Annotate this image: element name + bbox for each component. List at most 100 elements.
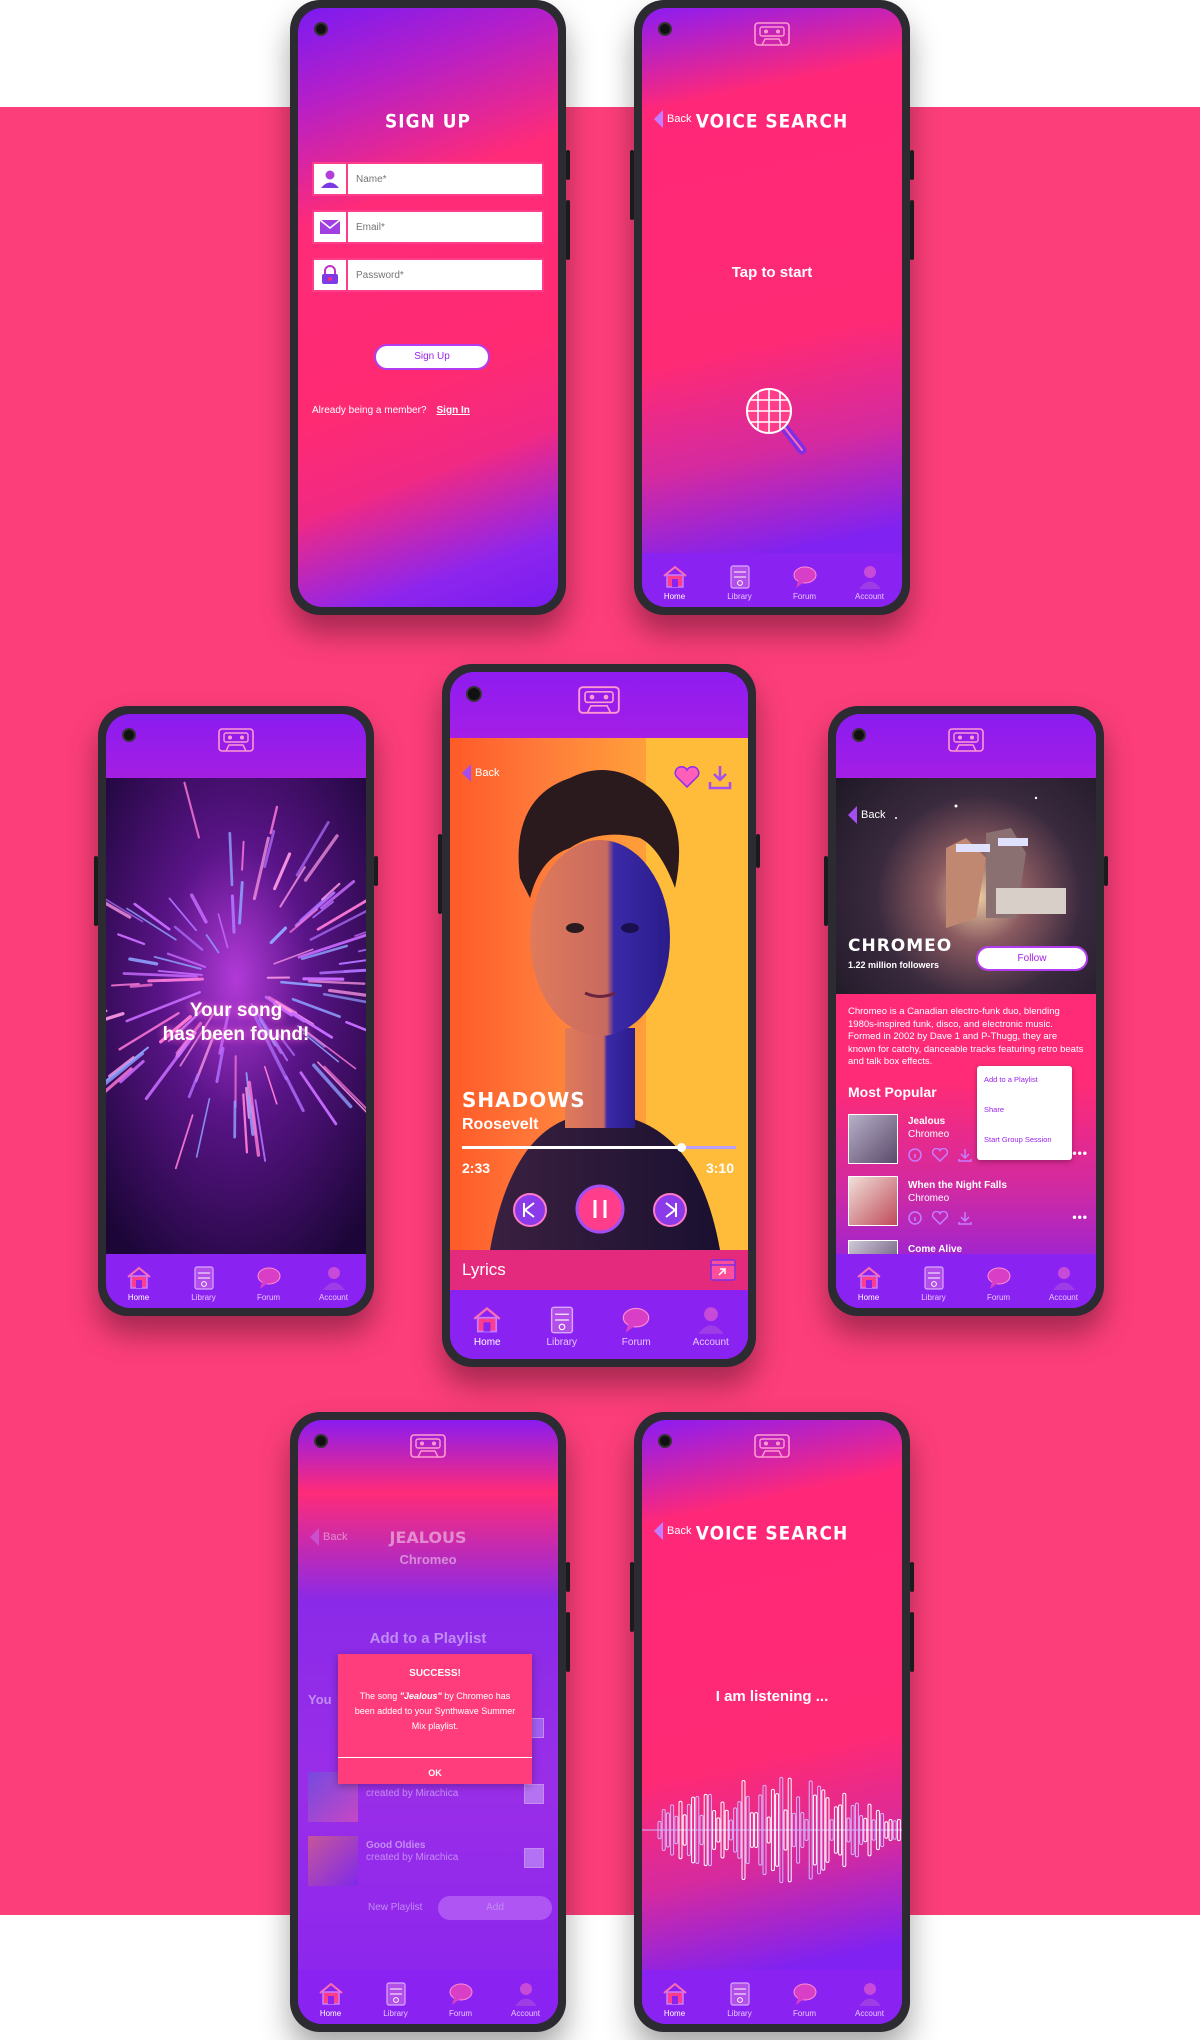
download-icon[interactable] (708, 764, 732, 790)
next-track-button[interactable] (652, 1192, 688, 1228)
nav-home[interactable]: Home (298, 1981, 363, 2018)
nav-forum[interactable]: Forum (772, 564, 837, 601)
dialog-message-part1: The song (359, 1691, 400, 1701)
most-popular-heading: Most Popular (848, 1084, 937, 1100)
track-actions (908, 1211, 972, 1225)
nav-library[interactable]: Library (707, 564, 772, 601)
nav-account[interactable]: Account (301, 1265, 366, 1302)
nav-home[interactable]: Home (836, 1265, 901, 1302)
name-field[interactable] (312, 162, 544, 196)
nav-forum[interactable]: Forum (236, 1265, 301, 1302)
download-icon[interactable] (958, 1148, 972, 1162)
nav-account-label: Account (855, 591, 884, 601)
front-camera (852, 728, 866, 742)
account-icon (858, 1982, 881, 2006)
dialog-song-name: "Jealous" (399, 1691, 442, 1701)
nav-forum[interactable]: Forum (428, 1981, 493, 2018)
new-playlist-label[interactable]: New Playlist (368, 1902, 422, 1913)
menu-share[interactable]: Share (984, 1105, 1065, 1135)
signup-button[interactable]: Sign Up (374, 344, 490, 370)
back-button[interactable]: Back (848, 806, 885, 824)
nav-account[interactable]: Account (493, 1981, 558, 2018)
cassette-logo-icon (410, 1434, 446, 1458)
nav-account-label: Account (511, 2008, 540, 2018)
heart-icon[interactable] (674, 766, 700, 788)
nav-home[interactable]: Home (642, 564, 707, 601)
nav-library[interactable]: Library (707, 1981, 772, 2018)
add-button[interactable]: Add (438, 1896, 552, 1920)
nav-library[interactable]: Library (525, 1305, 600, 1348)
follow-button[interactable]: Follow (976, 946, 1088, 971)
nav-forum-label: Forum (256, 1292, 281, 1302)
more-options-icon[interactable]: ••• (1072, 1146, 1088, 1160)
more-options-icon[interactable]: ••• (1072, 1210, 1088, 1224)
nav-forum[interactable]: Forum (772, 1981, 837, 2018)
nav-home[interactable]: Home (450, 1305, 525, 1348)
playlist-checkbox[interactable] (524, 1848, 544, 1868)
name-input[interactable] (348, 164, 542, 194)
signin-link[interactable]: Sign In (437, 405, 470, 416)
artist-portrait-image (490, 738, 748, 1250)
microphone-icon[interactable] (744, 386, 808, 456)
nav-account[interactable]: Account (1031, 1265, 1096, 1302)
password-input[interactable] (348, 260, 542, 290)
phone-add-to-playlist: Back JEALOUS Chromeo Add to a Playlist Y… (290, 1412, 570, 2032)
playlist-creator: created by Mirachica (366, 1852, 459, 1863)
menu-start-group-session[interactable]: Start Group Session (984, 1135, 1065, 1144)
lyrics-bar[interactable]: Lyrics (450, 1250, 748, 1290)
back-button[interactable]: Back (462, 764, 499, 782)
nav-forum-label: Forum (448, 2008, 473, 2018)
nav-library-label: Library (921, 1292, 946, 1302)
email-input[interactable] (348, 212, 542, 242)
back-arrow-icon (462, 764, 471, 782)
nav-library[interactable]: Library (901, 1265, 966, 1302)
dialog-ok-button[interactable]: OK (338, 1768, 532, 1778)
nav-library-label: Library (191, 1292, 216, 1302)
nav-home[interactable]: Home (642, 1981, 707, 2018)
home-icon (856, 1266, 881, 1289)
track-actions (908, 1148, 972, 1162)
pause-button[interactable] (575, 1184, 625, 1234)
home-icon (473, 1306, 501, 1333)
track-title[interactable]: When the Night Falls (908, 1180, 1007, 1191)
playlist-checkbox[interactable] (524, 1784, 544, 1804)
library-icon (385, 1981, 406, 2006)
playlist-cover (308, 1836, 358, 1886)
player-screen: Back SHADOWS Roosevelt 2:33 3:10 Lyrics … (450, 672, 748, 1359)
heart-icon[interactable] (932, 1211, 948, 1225)
chat-bubble-icon (987, 1267, 1010, 1289)
previous-track-button[interactable] (512, 1192, 548, 1228)
nav-home[interactable]: Home (106, 1265, 171, 1302)
nav-forum[interactable]: Forum (599, 1305, 674, 1348)
artist-screen: Back CHROMEO 1.22 million followers Foll… (836, 714, 1096, 1308)
email-field[interactable] (312, 210, 544, 244)
password-field[interactable] (312, 258, 544, 292)
track-title[interactable]: Jealous (908, 1116, 945, 1127)
phone-voice-search-start: Back VOICE SEARCH Tap to start Home Libr… (630, 0, 914, 615)
add-to-playlist-heading: Add to a Playlist (369, 1630, 487, 1647)
nav-library-label: Library (727, 2008, 752, 2018)
home-icon (318, 1982, 343, 2005)
menu-add-to-playlist[interactable]: Add to a Playlist (984, 1075, 1065, 1105)
nav-account[interactable]: Account (674, 1305, 749, 1348)
nav-forum[interactable]: Forum (966, 1265, 1031, 1302)
heart-icon[interactable] (932, 1148, 948, 1162)
progress-track[interactable] (462, 1143, 736, 1152)
cassette-logo-icon (754, 1434, 790, 1458)
progress-fill (462, 1146, 682, 1149)
nav-account[interactable]: Account (837, 564, 902, 601)
bottom-nav: Home Library Forum Account (298, 1970, 558, 2024)
light-ray (147, 977, 204, 983)
info-icon[interactable] (908, 1148, 922, 1162)
nav-account[interactable]: Account (837, 1981, 902, 2018)
nav-library[interactable]: Library (363, 1981, 428, 2018)
info-icon[interactable] (908, 1211, 922, 1225)
expand-lyrics-icon[interactable] (710, 1259, 736, 1281)
phone-player: Back SHADOWS Roosevelt 2:33 3:10 Lyrics … (438, 664, 760, 1367)
download-icon[interactable] (958, 1211, 972, 1225)
home-icon (662, 1982, 687, 2005)
mail-icon (314, 212, 348, 242)
nav-account-label: Account (855, 2008, 884, 2018)
nav-library[interactable]: Library (171, 1265, 236, 1302)
account-icon (1052, 1266, 1075, 1290)
